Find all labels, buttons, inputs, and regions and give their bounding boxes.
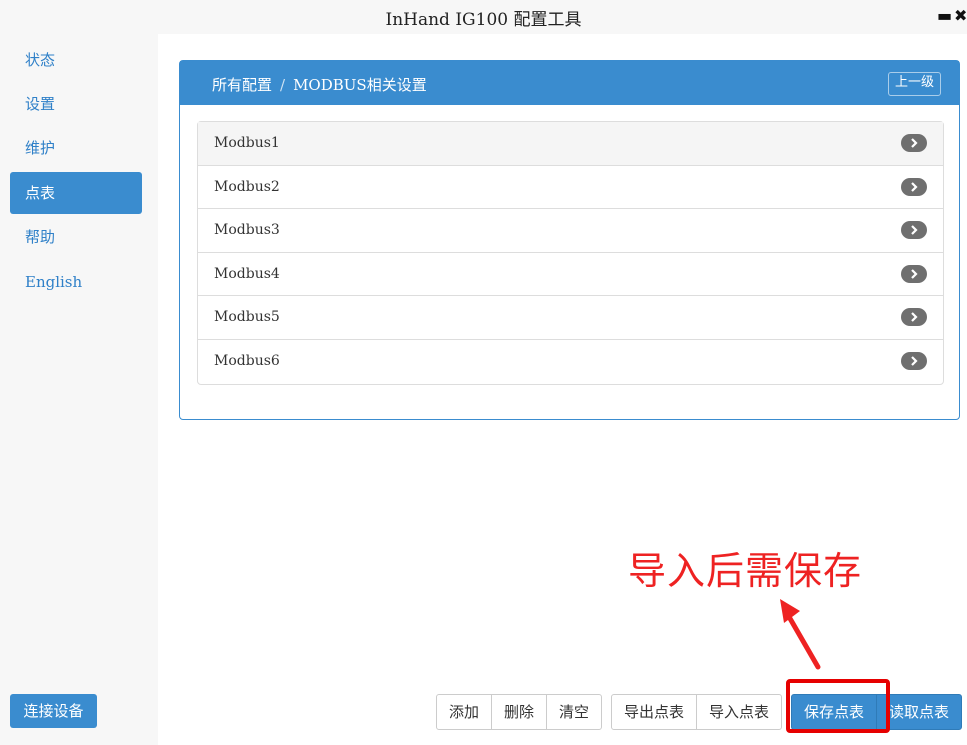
breadcrumb-current: MODBUS相关设置 [293,76,427,94]
list-item-label: Modbus2 [214,178,280,195]
breadcrumb: 所有配置 / MODBUS相关设置 [212,74,427,95]
add-button[interactable]: 添加 [436,694,493,730]
connect-device-button[interactable]: 连接设备 [10,694,97,728]
clear-button[interactable]: 清空 [546,694,603,730]
annotation-arrow-icon [780,599,821,670]
sidebar-item-maintenance[interactable]: 维护 [10,127,142,169]
list-item-label: Modbus6 [214,352,280,369]
chevron-right-icon [901,351,927,370]
list-item-modbus4[interactable]: Modbus4 [198,253,943,297]
sidebar: 状态 设置 维护 点表 帮助 English [0,34,158,745]
delete-button[interactable]: 删除 [491,694,548,730]
annotation-text: 导入后需保存 [628,549,863,593]
breadcrumb-separator: / [280,76,286,94]
chevron-right-icon [901,264,927,283]
list-item-modbus3[interactable]: Modbus3 [198,209,943,253]
sidebar-item-help[interactable]: 帮助 [10,216,142,258]
list-item-modbus1[interactable]: Modbus1 [198,122,943,166]
sidebar-item-settings[interactable]: 设置 [10,83,142,125]
edit-button-group: 添加 删除 清空 [436,694,603,730]
breadcrumb-root[interactable]: 所有配置 [212,76,272,94]
list-item-label: Modbus3 [214,222,280,239]
file-button-group: 导出点表 导入点表 [611,694,783,730]
list-item-modbus5[interactable]: Modbus5 [198,296,943,340]
modbus-list: Modbus1 Modbus2 Modbus3 Modbus4 Modbus5 … [197,121,944,385]
chevron-right-icon [901,177,927,196]
list-item-label: Modbus1 [214,135,280,151]
config-panel: 所有配置 / MODBUS相关设置 上一级 Modbus1 Modbus2 Modb… [179,60,960,420]
close-icon[interactable]: ✖ [954,6,967,25]
panel-header: 所有配置 / MODBUS相关设置 上一级 [180,61,959,105]
up-level-button[interactable]: 上一级 [887,72,941,96]
chevron-right-icon [901,134,927,152]
minimize-icon[interactable]: ▬ [937,6,952,25]
sidebar-item-english[interactable]: English [10,261,142,303]
sidebar-item-status[interactable]: 状态 [10,39,142,81]
list-item-modbus2[interactable]: Modbus2 [198,166,943,210]
title-bar: InHand IG100 配置工具 ▬ ✖ [0,0,967,34]
window-title: InHand IG100 配置工具 [385,10,582,30]
sidebar-item-point-table[interactable]: 点表 [10,172,142,214]
export-table-button[interactable]: 导出点表 [611,694,698,730]
list-item-label: Modbus4 [214,265,280,282]
list-item-label: Modbus5 [214,309,280,326]
chevron-right-icon [901,221,927,240]
import-table-button[interactable]: 导入点表 [696,694,783,730]
annotation-highlight-box [786,679,890,733]
list-item-modbus6[interactable]: Modbus6 [198,340,943,384]
chevron-right-icon [901,308,927,327]
